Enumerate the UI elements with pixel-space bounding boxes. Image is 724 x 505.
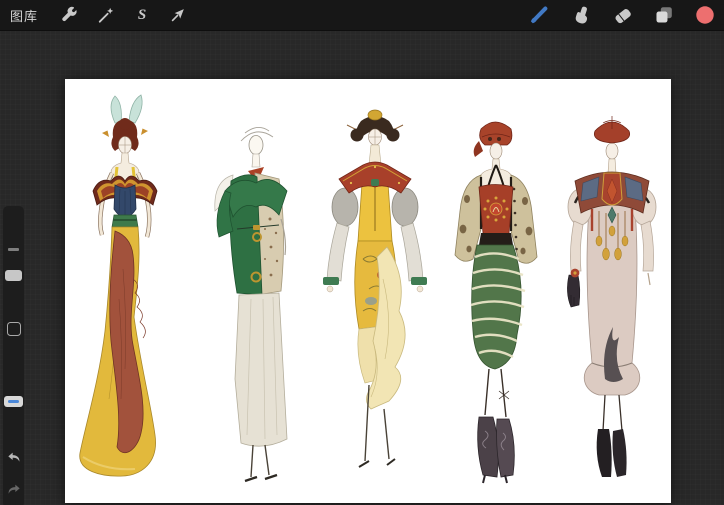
fashion-illustration-artwork (65, 79, 671, 503)
paint-button[interactable] (529, 3, 553, 27)
wrench-icon (60, 5, 80, 25)
selection-s-icon: S (138, 7, 146, 24)
adjustments-button[interactable] (94, 3, 118, 27)
layers-button[interactable] (652, 3, 676, 27)
gallery-button[interactable]: 图库 (10, 6, 38, 25)
figure-1 (80, 95, 157, 476)
opacity-slider-accent (8, 400, 19, 403)
erase-button[interactable] (611, 3, 635, 27)
undo-arrow-icon (6, 450, 22, 466)
toolbar-left-group: 图库 S (0, 3, 190, 27)
magic-wand-icon (96, 5, 116, 25)
eraser-icon (612, 4, 634, 26)
transform-arrow-icon (168, 5, 188, 25)
toolbar-right-group (529, 3, 724, 27)
figure-2 (215, 127, 287, 481)
brush-icon (530, 4, 552, 26)
redo-button[interactable] (4, 480, 23, 499)
smudge-finger-icon (571, 4, 593, 26)
slider-tick (8, 248, 19, 251)
figure-3 (323, 110, 427, 467)
undo-button[interactable] (4, 448, 23, 467)
procreate-window: 图库 S (0, 0, 724, 505)
selection-button[interactable]: S (130, 3, 154, 27)
brush-size-slider[interactable] (5, 270, 22, 281)
modify-button[interactable] (7, 322, 21, 336)
transform-button[interactable] (166, 3, 190, 27)
workspace-background (0, 31, 724, 505)
figure-4 (455, 122, 537, 483)
drawing-canvas[interactable] (65, 79, 671, 503)
color-swatch (694, 4, 716, 26)
redo-arrow-icon (6, 482, 22, 498)
figure-5 (567, 116, 656, 477)
brush-sidebar (3, 206, 24, 505)
layers-icon (653, 4, 675, 26)
top-toolbar: 图库 S (0, 0, 724, 31)
color-button[interactable] (693, 3, 717, 27)
opacity-slider[interactable] (4, 396, 23, 407)
actions-button[interactable] (58, 3, 82, 27)
smudge-button[interactable] (570, 3, 594, 27)
